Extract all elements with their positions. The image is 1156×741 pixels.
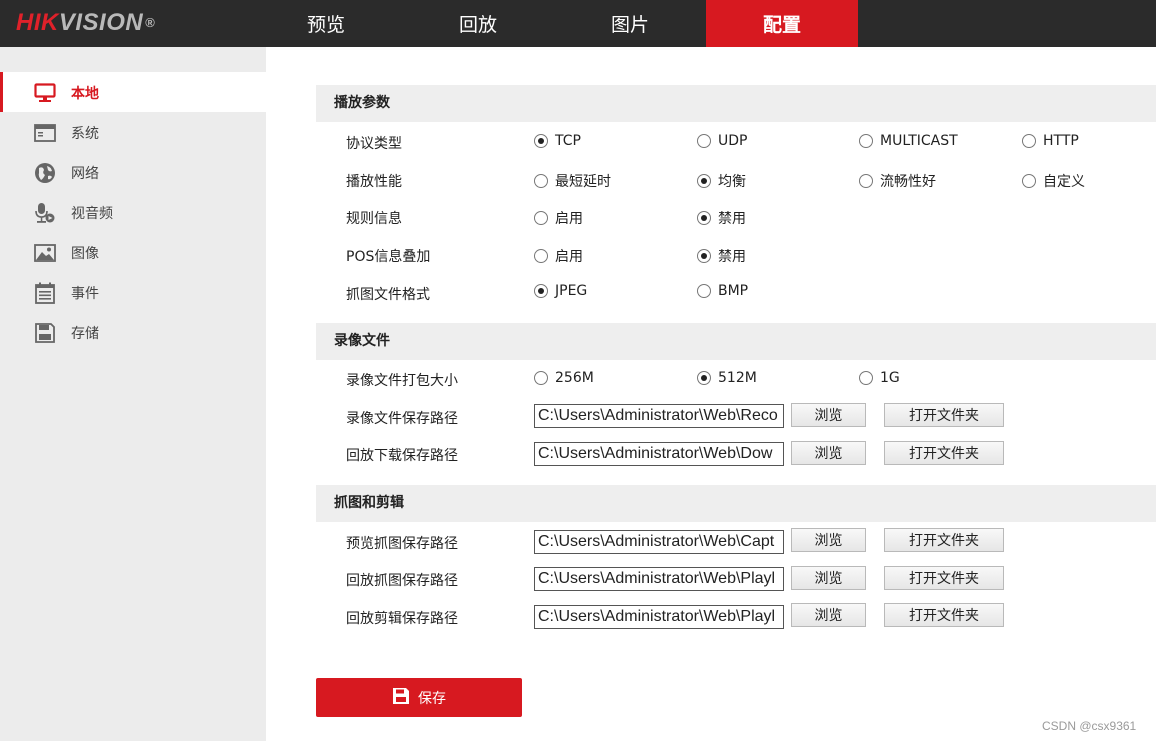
download-browse-button[interactable]: 浏览 bbox=[791, 441, 866, 465]
floppy-disk-icon bbox=[392, 687, 410, 709]
radio-pack-256m[interactable]: 256M bbox=[534, 370, 594, 386]
radio-dot bbox=[697, 211, 711, 225]
radio-protocol-tcp[interactable]: TCP bbox=[534, 133, 581, 149]
radio-dot bbox=[534, 211, 548, 225]
sidebar-item-label: 视音频 bbox=[71, 206, 113, 222]
sidebar-item-video-audio[interactable]: 视音频 bbox=[0, 192, 266, 232]
sidebar-item-image[interactable]: 图像 bbox=[0, 232, 266, 272]
sidebar-item-label: 本地 bbox=[71, 86, 99, 102]
playback-clip-browse-button[interactable]: 浏览 bbox=[791, 603, 866, 627]
radio-dot bbox=[697, 174, 711, 188]
download-open-folder-button[interactable]: 打开文件夹 bbox=[884, 441, 1004, 465]
sidebar-item-event[interactable]: 事件 bbox=[0, 272, 266, 312]
radio-pack-512m[interactable]: 512M bbox=[697, 370, 757, 386]
sidebar: 本地 系统 网络 视音频 图像 事件 存储 bbox=[0, 47, 266, 741]
rule-info-label: 规则信息 bbox=[346, 211, 402, 227]
preview-snap-path-input[interactable] bbox=[534, 530, 784, 554]
monitor-icon bbox=[34, 82, 56, 104]
picture-icon bbox=[34, 242, 56, 264]
radio-dot bbox=[534, 371, 548, 385]
sidebar-item-label: 图像 bbox=[71, 246, 99, 262]
radio-performance-lowest-delay[interactable]: 最短延时 bbox=[534, 171, 611, 191]
download-save-path-input[interactable] bbox=[534, 442, 784, 466]
record-save-path-input[interactable] bbox=[534, 404, 784, 428]
sidebar-item-label: 事件 bbox=[71, 286, 99, 302]
radio-pack-1g[interactable]: 1G bbox=[859, 370, 900, 386]
radio-dot bbox=[1022, 174, 1036, 188]
sidebar-item-label: 系统 bbox=[71, 126, 99, 142]
sidebar-item-label: 存储 bbox=[71, 326, 99, 342]
protocol-type-label: 协议类型 bbox=[346, 136, 402, 152]
playback-snap-open-folder-button[interactable]: 打开文件夹 bbox=[884, 566, 1004, 590]
floppy-disk-icon bbox=[34, 322, 56, 344]
radio-dot bbox=[859, 371, 873, 385]
radio-protocol-http[interactable]: HTTP bbox=[1022, 133, 1079, 149]
radio-dot bbox=[859, 174, 873, 188]
section-capture-clip: 抓图和剪辑 bbox=[316, 485, 1156, 522]
play-performance-label: 播放性能 bbox=[346, 174, 402, 190]
record-pack-size-label: 录像文件打包大小 bbox=[346, 373, 458, 389]
playback-clip-open-folder-button[interactable]: 打开文件夹 bbox=[884, 603, 1004, 627]
radio-dot bbox=[859, 134, 873, 148]
playback-clip-path-input[interactable] bbox=[534, 605, 784, 629]
radio-performance-balanced[interactable]: 均衡 bbox=[697, 171, 746, 191]
sidebar-item-storage[interactable]: 存储 bbox=[0, 312, 266, 352]
playback-snap-path-label: 回放抓图保存路径 bbox=[346, 573, 458, 589]
calendar-icon bbox=[34, 282, 56, 304]
radio-pos-disable[interactable]: 禁用 bbox=[697, 246, 746, 266]
radio-dot bbox=[697, 284, 711, 298]
playback-clip-path-label: 回放剪辑保存路径 bbox=[346, 611, 458, 627]
radio-protocol-udp[interactable]: UDP bbox=[697, 133, 747, 149]
radio-dot bbox=[534, 284, 548, 298]
section-playback-params: 播放参数 bbox=[316, 85, 1156, 122]
playback-snap-path-input[interactable] bbox=[534, 567, 784, 591]
preview-snap-open-folder-button[interactable]: 打开文件夹 bbox=[884, 528, 1004, 552]
radio-dot bbox=[534, 134, 548, 148]
radio-format-jpeg[interactable]: JPEG bbox=[534, 283, 587, 299]
tab-configuration[interactable]: 配置 bbox=[706, 0, 858, 47]
save-button[interactable]: 保存 bbox=[316, 678, 522, 717]
sidebar-item-local[interactable]: 本地 bbox=[0, 72, 266, 112]
microphone-icon bbox=[34, 202, 56, 224]
sidebar-item-network[interactable]: 网络 bbox=[0, 152, 266, 192]
window-icon bbox=[34, 122, 56, 144]
preview-snap-path-label: 预览抓图保存路径 bbox=[346, 536, 458, 552]
radio-dot bbox=[697, 134, 711, 148]
radio-rule-enable[interactable]: 启用 bbox=[534, 208, 583, 228]
preview-snap-browse-button[interactable]: 浏览 bbox=[791, 528, 866, 552]
globe-icon bbox=[34, 162, 56, 184]
pos-overlay-label: POS信息叠加 bbox=[346, 249, 431, 265]
hikvision-logo: HIKVISION ® bbox=[16, 9, 156, 36]
playback-snap-browse-button[interactable]: 浏览 bbox=[791, 566, 866, 590]
radio-performance-smooth[interactable]: 流畅性好 bbox=[859, 171, 936, 191]
tab-playback[interactable]: 回放 bbox=[402, 0, 554, 47]
radio-dot bbox=[534, 174, 548, 188]
main-nav: 预览 回放 图片 配置 bbox=[250, 0, 858, 47]
radio-dot bbox=[534, 249, 548, 263]
download-save-path-label: 回放下载保存路径 bbox=[346, 448, 458, 464]
top-header: HIKVISION ® 预览 回放 图片 配置 bbox=[0, 0, 1156, 47]
record-save-path-label: 录像文件保存路径 bbox=[346, 411, 458, 427]
snapshot-format-label: 抓图文件格式 bbox=[346, 287, 430, 303]
radio-performance-custom[interactable]: 自定义 bbox=[1022, 171, 1085, 191]
section-record-files: 录像文件 bbox=[316, 323, 1156, 360]
watermark-text: CSDN @csx9361 bbox=[1042, 719, 1137, 733]
radio-dot bbox=[697, 249, 711, 263]
radio-format-bmp[interactable]: BMP bbox=[697, 283, 748, 299]
radio-protocol-multicast[interactable]: MULTICAST bbox=[859, 133, 958, 149]
radio-pos-enable[interactable]: 启用 bbox=[534, 246, 583, 266]
tab-preview[interactable]: 预览 bbox=[250, 0, 402, 47]
record-browse-button[interactable]: 浏览 bbox=[791, 403, 866, 427]
sidebar-item-system[interactable]: 系统 bbox=[0, 112, 266, 152]
record-open-folder-button[interactable]: 打开文件夹 bbox=[884, 403, 1004, 427]
tab-picture[interactable]: 图片 bbox=[554, 0, 706, 47]
radio-rule-disable[interactable]: 禁用 bbox=[697, 208, 746, 228]
sidebar-item-label: 网络 bbox=[71, 166, 99, 182]
radio-dot bbox=[697, 371, 711, 385]
radio-dot bbox=[1022, 134, 1036, 148]
